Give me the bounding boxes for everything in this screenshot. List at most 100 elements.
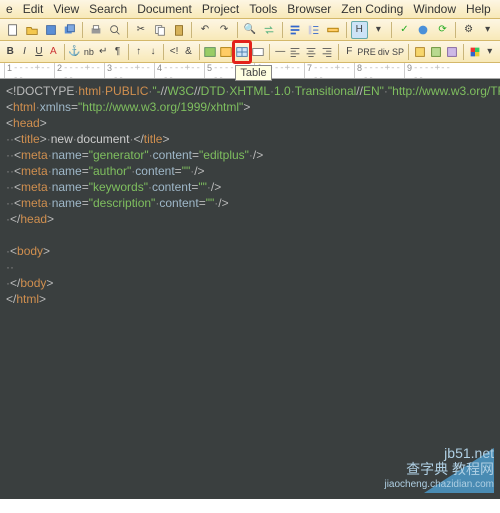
align-center-icon[interactable] bbox=[304, 43, 318, 61]
menu-tools[interactable]: Tools bbox=[249, 2, 277, 16]
ruler-mark: 7 bbox=[304, 63, 354, 78]
menu-document[interactable]: Document bbox=[137, 2, 192, 16]
menu-file[interactable]: e bbox=[6, 2, 13, 16]
copy-icon[interactable] bbox=[151, 21, 168, 39]
tools-dropdown-icon[interactable]: ▾ bbox=[479, 21, 496, 39]
save-all-icon[interactable] bbox=[61, 21, 78, 39]
palette-dropdown-icon[interactable]: ▾ bbox=[484, 43, 496, 61]
div-button[interactable]: div bbox=[377, 43, 389, 61]
color-picker-icon[interactable] bbox=[468, 43, 482, 61]
code-line: ··<title>·new·document·</title> bbox=[6, 131, 494, 147]
menu-edit[interactable]: Edit bbox=[23, 2, 44, 16]
separator bbox=[455, 22, 456, 38]
watermark-text: 查字典 教程网 bbox=[384, 461, 494, 477]
toolbar-html: B I U A ⚓ nb ↵ ¶ ↑ ↓ <! & Table — F PRE … bbox=[0, 41, 500, 63]
check-icon[interactable]: ✓ bbox=[396, 21, 413, 39]
cut-icon[interactable]: ✂ bbox=[132, 21, 149, 39]
menu-project[interactable]: Project bbox=[202, 2, 239, 16]
separator bbox=[163, 44, 164, 60]
separator bbox=[346, 22, 347, 38]
new-file-icon[interactable] bbox=[4, 21, 21, 39]
anchor-icon[interactable]: ⚓ bbox=[68, 43, 80, 61]
list-up-icon[interactable]: ↑ bbox=[132, 43, 144, 61]
print-icon[interactable] bbox=[87, 21, 104, 39]
ruler-icon[interactable] bbox=[325, 21, 342, 39]
separator bbox=[64, 44, 65, 60]
tools-icon[interactable]: ⚙ bbox=[460, 21, 477, 39]
ruler-mark: 4 bbox=[154, 63, 204, 78]
entity-icon[interactable]: & bbox=[182, 43, 194, 61]
break-icon[interactable]: ↵ bbox=[97, 43, 109, 61]
hr-icon[interactable]: — bbox=[274, 43, 286, 61]
watermark: jb51.net 查字典 教程网 jiaocheng.chazidian.com bbox=[384, 445, 494, 493]
font-icon[interactable]: F bbox=[343, 43, 355, 61]
bold-button[interactable]: B bbox=[4, 43, 16, 61]
separator bbox=[391, 22, 392, 38]
align-left-icon[interactable] bbox=[288, 43, 302, 61]
menu-window[interactable]: Window bbox=[413, 2, 456, 16]
paste-icon[interactable] bbox=[170, 21, 187, 39]
separator bbox=[282, 22, 283, 38]
code-line: ·· bbox=[6, 259, 494, 275]
object-icon[interactable] bbox=[445, 43, 459, 61]
comment-icon[interactable]: <! bbox=[168, 43, 180, 61]
separator bbox=[463, 44, 464, 60]
separator bbox=[269, 44, 270, 60]
menu-view[interactable]: View bbox=[53, 2, 79, 16]
heading-dropdown-icon[interactable]: ▾ bbox=[370, 21, 387, 39]
underline-button[interactable]: U bbox=[33, 43, 45, 61]
separator bbox=[199, 44, 200, 60]
separator bbox=[82, 22, 83, 38]
code-line bbox=[6, 227, 494, 243]
find-icon[interactable]: 🔍 bbox=[242, 21, 259, 39]
menu-browser[interactable]: Browser bbox=[287, 2, 331, 16]
code-line: ··<meta·name="keywords"·content=""·/> bbox=[6, 179, 494, 195]
wordwrap-icon[interactable] bbox=[287, 21, 304, 39]
replace-icon[interactable] bbox=[261, 21, 278, 39]
ruler-mark: 9 bbox=[404, 63, 454, 78]
heading-icon[interactable]: H bbox=[351, 21, 368, 39]
code-line: ··<meta·name="author"·content=""·/> bbox=[6, 163, 494, 179]
ruler-mark: 1 bbox=[4, 63, 54, 78]
undo-icon[interactable]: ↶ bbox=[196, 21, 213, 39]
separator bbox=[127, 22, 128, 38]
table-button[interactable]: Table bbox=[235, 43, 249, 61]
code-line: <head> bbox=[6, 115, 494, 131]
menu-zen-coding[interactable]: Zen Coding bbox=[341, 2, 403, 16]
open-icon[interactable] bbox=[23, 21, 40, 39]
imagemap-icon[interactable] bbox=[219, 43, 233, 61]
script-icon[interactable] bbox=[429, 43, 443, 61]
save-icon[interactable] bbox=[42, 21, 59, 39]
separator bbox=[237, 22, 238, 38]
span-button[interactable]: SP bbox=[392, 43, 404, 61]
toolbar-main: ✂ ↶ ↷ 🔍 H ▾ ✓ ⟳ ⚙ ▾ bbox=[0, 19, 500, 41]
menu-bar: e Edit View Search Document Project Tool… bbox=[0, 0, 500, 19]
nonbreak-button[interactable]: nb bbox=[83, 43, 95, 61]
linenumber-icon[interactable] bbox=[306, 21, 323, 39]
ruler-mark: 2 bbox=[54, 63, 104, 78]
italic-button[interactable]: I bbox=[18, 43, 30, 61]
paragraph-icon[interactable]: ¶ bbox=[111, 43, 123, 61]
separator bbox=[128, 44, 129, 60]
refresh-icon[interactable]: ⟳ bbox=[434, 21, 451, 39]
image-icon[interactable] bbox=[203, 43, 217, 61]
align-right-icon[interactable] bbox=[320, 43, 334, 61]
list-down-icon[interactable]: ↓ bbox=[147, 43, 159, 61]
redo-icon[interactable]: ↷ bbox=[215, 21, 232, 39]
code-editor[interactable]: <!DOCTYPE·html·PUBLIC·"-//W3C//DTD·XHTML… bbox=[0, 79, 500, 499]
font-color-button[interactable]: A bbox=[47, 43, 59, 61]
code-line: ··<meta·name="description"·content=""·/> bbox=[6, 195, 494, 211]
preview-icon[interactable] bbox=[106, 21, 123, 39]
globe-icon[interactable] bbox=[415, 21, 432, 39]
ruler-mark: 3 bbox=[104, 63, 154, 78]
watermark-text: jiaocheng.chazidian.com bbox=[384, 477, 494, 493]
pre-button[interactable]: PRE bbox=[357, 43, 375, 61]
css-icon[interactable] bbox=[413, 43, 427, 61]
menu-search[interactable]: Search bbox=[89, 2, 127, 16]
code-line: ··<meta·name="generator"·content="editpl… bbox=[6, 147, 494, 163]
menu-help[interactable]: Help bbox=[466, 2, 491, 16]
tooltip: Table bbox=[235, 65, 271, 81]
code-line: ·</head> bbox=[6, 211, 494, 227]
form-icon[interactable] bbox=[251, 43, 265, 61]
watermark-text: jb51.net bbox=[384, 445, 494, 461]
